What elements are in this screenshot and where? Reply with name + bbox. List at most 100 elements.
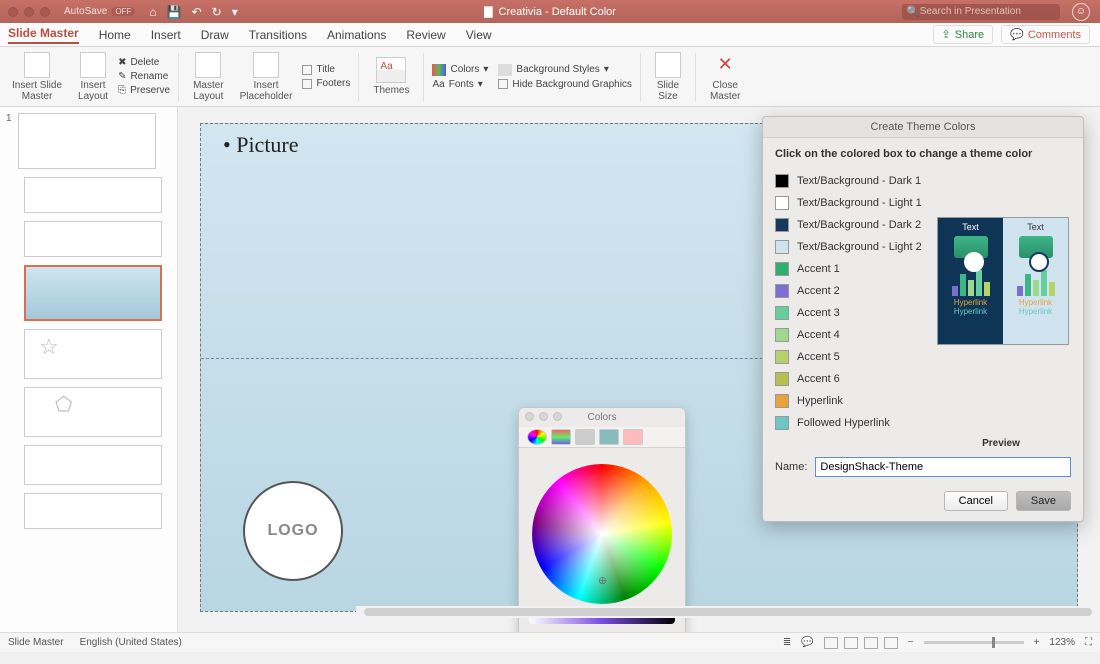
layout-thumbnail[interactable]	[24, 177, 162, 213]
theme-color-label: Accent 3	[797, 307, 840, 319]
background-styles-dropdown[interactable]: Background Styles▾	[498, 64, 632, 76]
fit-to-window-icon[interactable]: ⛶	[1085, 637, 1092, 648]
color-sliders-tab[interactable]	[551, 429, 571, 445]
status-language[interactable]: English (United States)	[80, 637, 182, 648]
theme-color-swatch[interactable]	[775, 394, 789, 408]
delete-button[interactable]: ✖Delete	[118, 57, 170, 68]
save-button[interactable]: Save	[1016, 491, 1071, 511]
layout-thumbnail[interactable]	[24, 387, 162, 437]
slide-title-placeholder[interactable]: Picture	[223, 132, 299, 158]
themes-button[interactable]: Themes	[367, 47, 415, 106]
chevron-down-icon: ▾	[478, 79, 483, 90]
zoom-slider[interactable]	[924, 641, 1024, 644]
comments-button[interactable]: 💬Comments	[1001, 25, 1090, 44]
theme-color-swatch[interactable]	[775, 306, 789, 320]
color-palettes-tab[interactable]	[575, 429, 595, 445]
search-icon: 🔍	[906, 5, 920, 18]
colors-picker-panel[interactable]: Colors ⊕ ✎	[518, 407, 686, 632]
tab-view[interactable]: View	[466, 28, 492, 42]
comments-pane-icon[interactable]: 💬	[801, 637, 813, 648]
slideshow-view-icon[interactable]	[884, 637, 898, 649]
title-checkbox[interactable]: Title	[302, 64, 350, 75]
color-wheel-tab[interactable]	[527, 429, 547, 445]
theme-name-input[interactable]	[815, 457, 1071, 477]
panel-window-controls[interactable]	[525, 412, 562, 421]
window-controls[interactable]	[8, 7, 50, 17]
redo-icon[interactable]: ↻	[212, 5, 222, 19]
theme-color-swatch[interactable]	[775, 416, 789, 430]
preview-hyperlink: Hyperlink	[1019, 298, 1052, 307]
theme-color-label: Accent 1	[797, 263, 840, 275]
window-title: ▇ Creativia - Default Color	[484, 5, 616, 18]
horizontal-scrollbar[interactable]	[356, 606, 1100, 618]
tab-review[interactable]: Review	[406, 28, 445, 42]
cancel-button[interactable]: Cancel	[944, 491, 1008, 511]
undo-icon[interactable]: ↶	[192, 5, 202, 19]
theme-color-swatch[interactable]	[775, 328, 789, 342]
color-wheel[interactable]: ⊕	[532, 464, 672, 604]
home-icon[interactable]: ⌂	[149, 5, 156, 19]
footers-checkbox[interactable]: Footers	[302, 78, 350, 89]
save-icon[interactable]: 💾	[167, 5, 182, 19]
close-master-button[interactable]: ✕Close Master	[704, 47, 747, 106]
color-picker-tabs	[519, 427, 685, 448]
zoom-in-icon[interactable]: +	[1034, 637, 1040, 648]
search-box[interactable]: 🔍	[902, 4, 1060, 20]
rename-icon: ✎	[118, 71, 126, 82]
image-palettes-tab[interactable]	[599, 429, 619, 445]
tab-insert[interactable]: Insert	[151, 28, 181, 42]
theme-color-row: Accent 6	[775, 368, 1071, 390]
hide-background-checkbox[interactable]: Hide Background Graphics	[498, 79, 632, 90]
layout-thumbnail[interactable]	[24, 221, 162, 257]
zoom-level[interactable]: 123%	[1049, 637, 1075, 648]
preview-text-label: Text	[1027, 222, 1044, 232]
layout-thumbnail[interactable]	[24, 329, 162, 379]
slide-size-button[interactable]: Slide Size	[649, 47, 687, 106]
tab-transitions[interactable]: Transitions	[249, 28, 307, 42]
theme-color-swatch[interactable]	[775, 196, 789, 210]
chevron-down-icon: ▾	[483, 64, 488, 75]
logo-placeholder[interactable]: LOGO	[243, 481, 343, 581]
window-titlebar: AutoSave OFF ⌂ 💾 ↶ ↻ ▾ ▇ Creativia - Def…	[0, 0, 1100, 23]
tab-animations[interactable]: Animations	[327, 28, 386, 42]
insert-slide-master-button[interactable]: Insert Slide Master	[6, 47, 68, 106]
master-thumbnail[interactable]	[18, 113, 156, 169]
theme-color-swatch[interactable]	[775, 218, 789, 232]
rename-button[interactable]: ✎Rename	[118, 71, 170, 82]
notes-button-icon[interactable]: ≣	[783, 637, 791, 648]
dialog-hint: Click on the colored box to change a the…	[775, 148, 1071, 160]
theme-color-swatch[interactable]	[775, 284, 789, 298]
theme-color-label: Hyperlink	[797, 395, 843, 407]
user-menu-icon[interactable]: ☺	[1072, 3, 1090, 21]
tab-slide-master[interactable]: Slide Master	[8, 26, 79, 44]
insert-layout-button[interactable]: Insert Layout	[72, 47, 114, 106]
theme-color-swatch[interactable]	[775, 350, 789, 364]
zoom-out-icon[interactable]: −	[908, 637, 914, 648]
normal-view-icon[interactable]	[824, 637, 838, 649]
layout-thumbnail-selected[interactable]	[24, 265, 162, 321]
qat-dropdown-icon[interactable]: ▾	[232, 5, 238, 19]
share-button[interactable]: ⇪Share	[933, 25, 994, 44]
theme-color-swatch[interactable]	[775, 174, 789, 188]
theme-color-swatch[interactable]	[775, 240, 789, 254]
pencils-tab[interactable]	[623, 429, 643, 445]
tab-draw[interactable]: Draw	[201, 28, 229, 42]
insert-placeholder-button[interactable]: Insert Placeholder	[234, 47, 299, 106]
slide-thumbnails-panel[interactable]: 1	[0, 107, 178, 632]
layout-thumbnail[interactable]	[24, 493, 162, 529]
colors-dropdown[interactable]: Colors▾	[432, 64, 488, 76]
autosave-toggle[interactable]: AutoSave OFF	[64, 6, 135, 17]
reading-view-icon[interactable]	[864, 637, 878, 649]
wheel-marker-icon[interactable]: ⊕	[598, 574, 607, 587]
tab-home[interactable]: Home	[99, 28, 131, 42]
theme-color-swatch[interactable]	[775, 262, 789, 276]
layout-thumbnail[interactable]	[24, 445, 162, 485]
comment-icon: 💬	[1010, 28, 1024, 41]
preserve-button[interactable]: ⎘Preserve	[118, 85, 170, 96]
sorter-view-icon[interactable]	[844, 637, 858, 649]
master-layout-button[interactable]: Master Layout	[187, 47, 230, 106]
theme-color-swatch[interactable]	[775, 372, 789, 386]
fonts-dropdown[interactable]: AaFonts▾	[432, 79, 488, 90]
search-input[interactable]	[920, 6, 1056, 17]
bg-styles-icon	[498, 64, 512, 76]
